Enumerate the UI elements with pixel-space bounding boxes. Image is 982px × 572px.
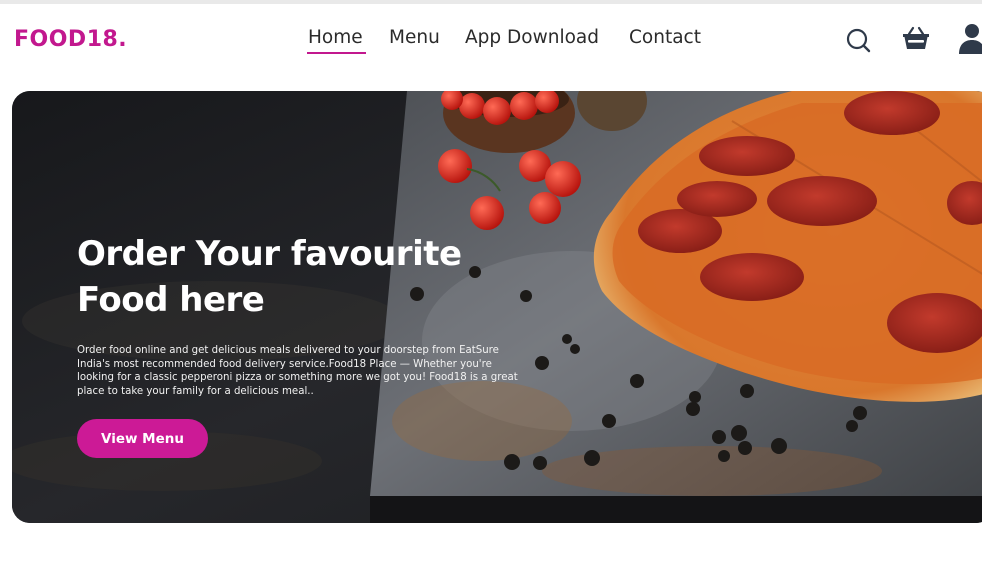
search-icon[interactable] xyxy=(843,22,875,56)
nav-contact[interactable]: Contact xyxy=(629,27,701,48)
user-icon[interactable] xyxy=(956,22,982,56)
nav-home[interactable]: Home xyxy=(308,27,363,48)
nav-app-download[interactable]: App Download xyxy=(465,27,599,48)
nav-menu[interactable]: Menu xyxy=(389,27,440,48)
hero-title: Order Your favourite Food here xyxy=(77,231,507,323)
hero-title-line-2: Food here xyxy=(77,280,265,320)
active-nav-underline xyxy=(307,52,366,54)
basket-icon[interactable] xyxy=(900,22,932,56)
logo[interactable]: FOOD18. xyxy=(14,27,127,52)
view-menu-button[interactable]: View Menu xyxy=(77,419,208,458)
hero-title-line-1: Order Your favourite xyxy=(77,234,462,274)
hero-description: Order food online and get delicious meal… xyxy=(77,345,518,397)
top-border xyxy=(0,0,982,4)
hero-banner: Order Your favourite Food here Order foo… xyxy=(12,91,982,523)
